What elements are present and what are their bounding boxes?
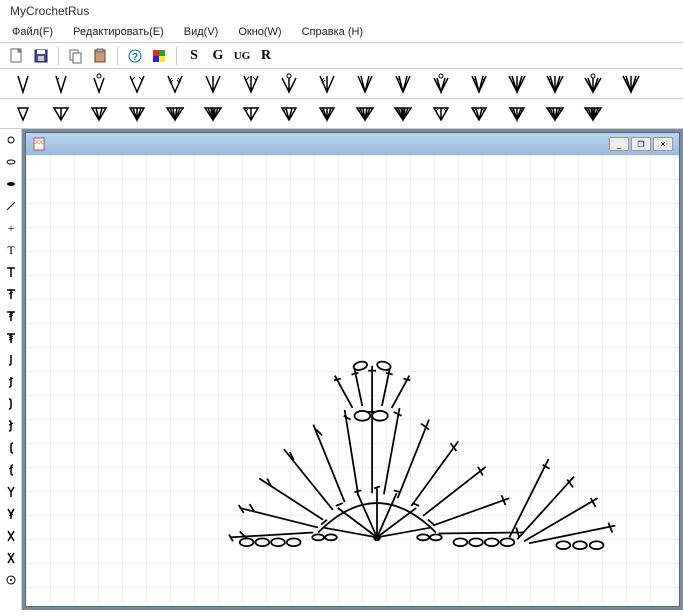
stitch-v6[interactable] [196, 71, 230, 97]
save-button[interactable] [30, 45, 52, 67]
fan-15[interactable] [538, 101, 572, 127]
stitch-toolbar-2 [0, 99, 683, 129]
maximize-button[interactable]: ❐ [631, 137, 651, 151]
work-area: + T DOC _ ❐ ✕ [0, 129, 683, 610]
stitch-v16[interactable] [576, 71, 610, 97]
app-title: MyCrochetRus [10, 4, 89, 18]
stitch-v7[interactable] [234, 71, 268, 97]
paste-button[interactable] [89, 45, 111, 67]
stitch-v10[interactable] [348, 71, 382, 97]
stitch-v12[interactable] [424, 71, 458, 97]
window-controls: _ ❐ ✕ [609, 137, 673, 151]
copy-button[interactable] [65, 45, 87, 67]
tool-oval-open[interactable] [0, 151, 22, 173]
tool-x2[interactable] [0, 547, 22, 569]
stitch-v2[interactable] [44, 71, 78, 97]
tool-more[interactable] [0, 569, 22, 591]
fan-8[interactable] [272, 101, 306, 127]
palette-button[interactable] [148, 45, 170, 67]
tool-x1[interactable] [0, 525, 22, 547]
tool-circle-open[interactable] [0, 129, 22, 151]
stitch-v11[interactable] [386, 71, 420, 97]
fan-6[interactable] [196, 101, 230, 127]
fan-7[interactable] [234, 101, 268, 127]
titlebar: MyCrochetRus [0, 0, 683, 22]
stitch-v13[interactable] [462, 71, 496, 97]
tool-hook6[interactable] [0, 459, 22, 481]
fan-11[interactable] [386, 101, 420, 127]
fan-2[interactable] [44, 101, 78, 127]
menu-file[interactable]: Файл(F) [8, 24, 57, 40]
mdi-area: DOC _ ❐ ✕ [22, 129, 683, 610]
tool-hook1[interactable] [0, 349, 22, 371]
main-toolbar: ? S G UG R [0, 43, 683, 69]
menu-view[interactable]: Вид(V) [180, 24, 223, 40]
fan-3[interactable] [82, 101, 116, 127]
tool-t2[interactable] [0, 261, 22, 283]
tool-hook5[interactable] [0, 437, 22, 459]
letter-s-button[interactable]: S [183, 45, 205, 67]
menu-window[interactable]: Окно(W) [234, 24, 285, 40]
design-canvas[interactable] [26, 155, 679, 606]
letter-r-button[interactable]: R [255, 45, 277, 67]
doc-icon: DOC [32, 137, 48, 151]
stitch-v3[interactable] [82, 71, 116, 97]
stitch-v1[interactable] [6, 71, 40, 97]
tool-hook2[interactable] [0, 371, 22, 393]
stitch-v17[interactable] [614, 71, 648, 97]
left-stitch-panel: + T [0, 129, 22, 610]
crochet-pattern [26, 155, 679, 606]
tool-t[interactable]: T [0, 239, 22, 261]
fan-5[interactable] [158, 101, 192, 127]
tool-hook4[interactable] [0, 415, 22, 437]
menu-bar: Файл(F) Редактировать(E) Вид(V) Окно(W) … [0, 22, 683, 43]
letter-g-button[interactable]: G [207, 45, 229, 67]
tool-plus[interactable]: + [0, 217, 22, 239]
fan-9[interactable] [310, 101, 344, 127]
document-window: DOC _ ❐ ✕ [25, 132, 680, 607]
tool-hook3[interactable] [0, 393, 22, 415]
stitch-toolbar-1 [0, 69, 683, 99]
fan-13[interactable] [462, 101, 496, 127]
close-button[interactable]: ✕ [653, 137, 673, 151]
new-button[interactable] [6, 45, 28, 67]
tool-y2[interactable] [0, 503, 22, 525]
document-titlebar[interactable]: DOC _ ❐ ✕ [26, 133, 679, 155]
fan-10[interactable] [348, 101, 382, 127]
stitch-v9[interactable] [310, 71, 344, 97]
fan-14[interactable] [500, 101, 534, 127]
fan-1[interactable] [6, 101, 40, 127]
tool-line[interactable] [0, 195, 22, 217]
letter-ug-button[interactable]: UG [231, 45, 253, 67]
svg-text:DOC: DOC [33, 140, 45, 146]
svg-text:?: ? [132, 52, 138, 63]
menu-edit[interactable]: Редактировать(E) [69, 24, 168, 40]
minimize-button[interactable]: _ [609, 137, 629, 151]
tool-t4[interactable] [0, 327, 22, 349]
help-button[interactable]: ? [124, 45, 146, 67]
stitch-v5[interactable] [158, 71, 192, 97]
stitch-v14[interactable] [500, 71, 534, 97]
menu-help[interactable]: Справка (H) [298, 24, 367, 40]
tool-y1[interactable] [0, 481, 22, 503]
stitch-v4[interactable] [120, 71, 154, 97]
fan-4[interactable] [120, 101, 154, 127]
tool-tcross[interactable] [0, 283, 22, 305]
stitch-v8[interactable] [272, 71, 306, 97]
fan-16[interactable] [576, 101, 610, 127]
tool-oval-filled[interactable] [0, 173, 22, 195]
tool-t3[interactable] [0, 305, 22, 327]
fan-12[interactable] [424, 101, 458, 127]
stitch-v15[interactable] [538, 71, 572, 97]
